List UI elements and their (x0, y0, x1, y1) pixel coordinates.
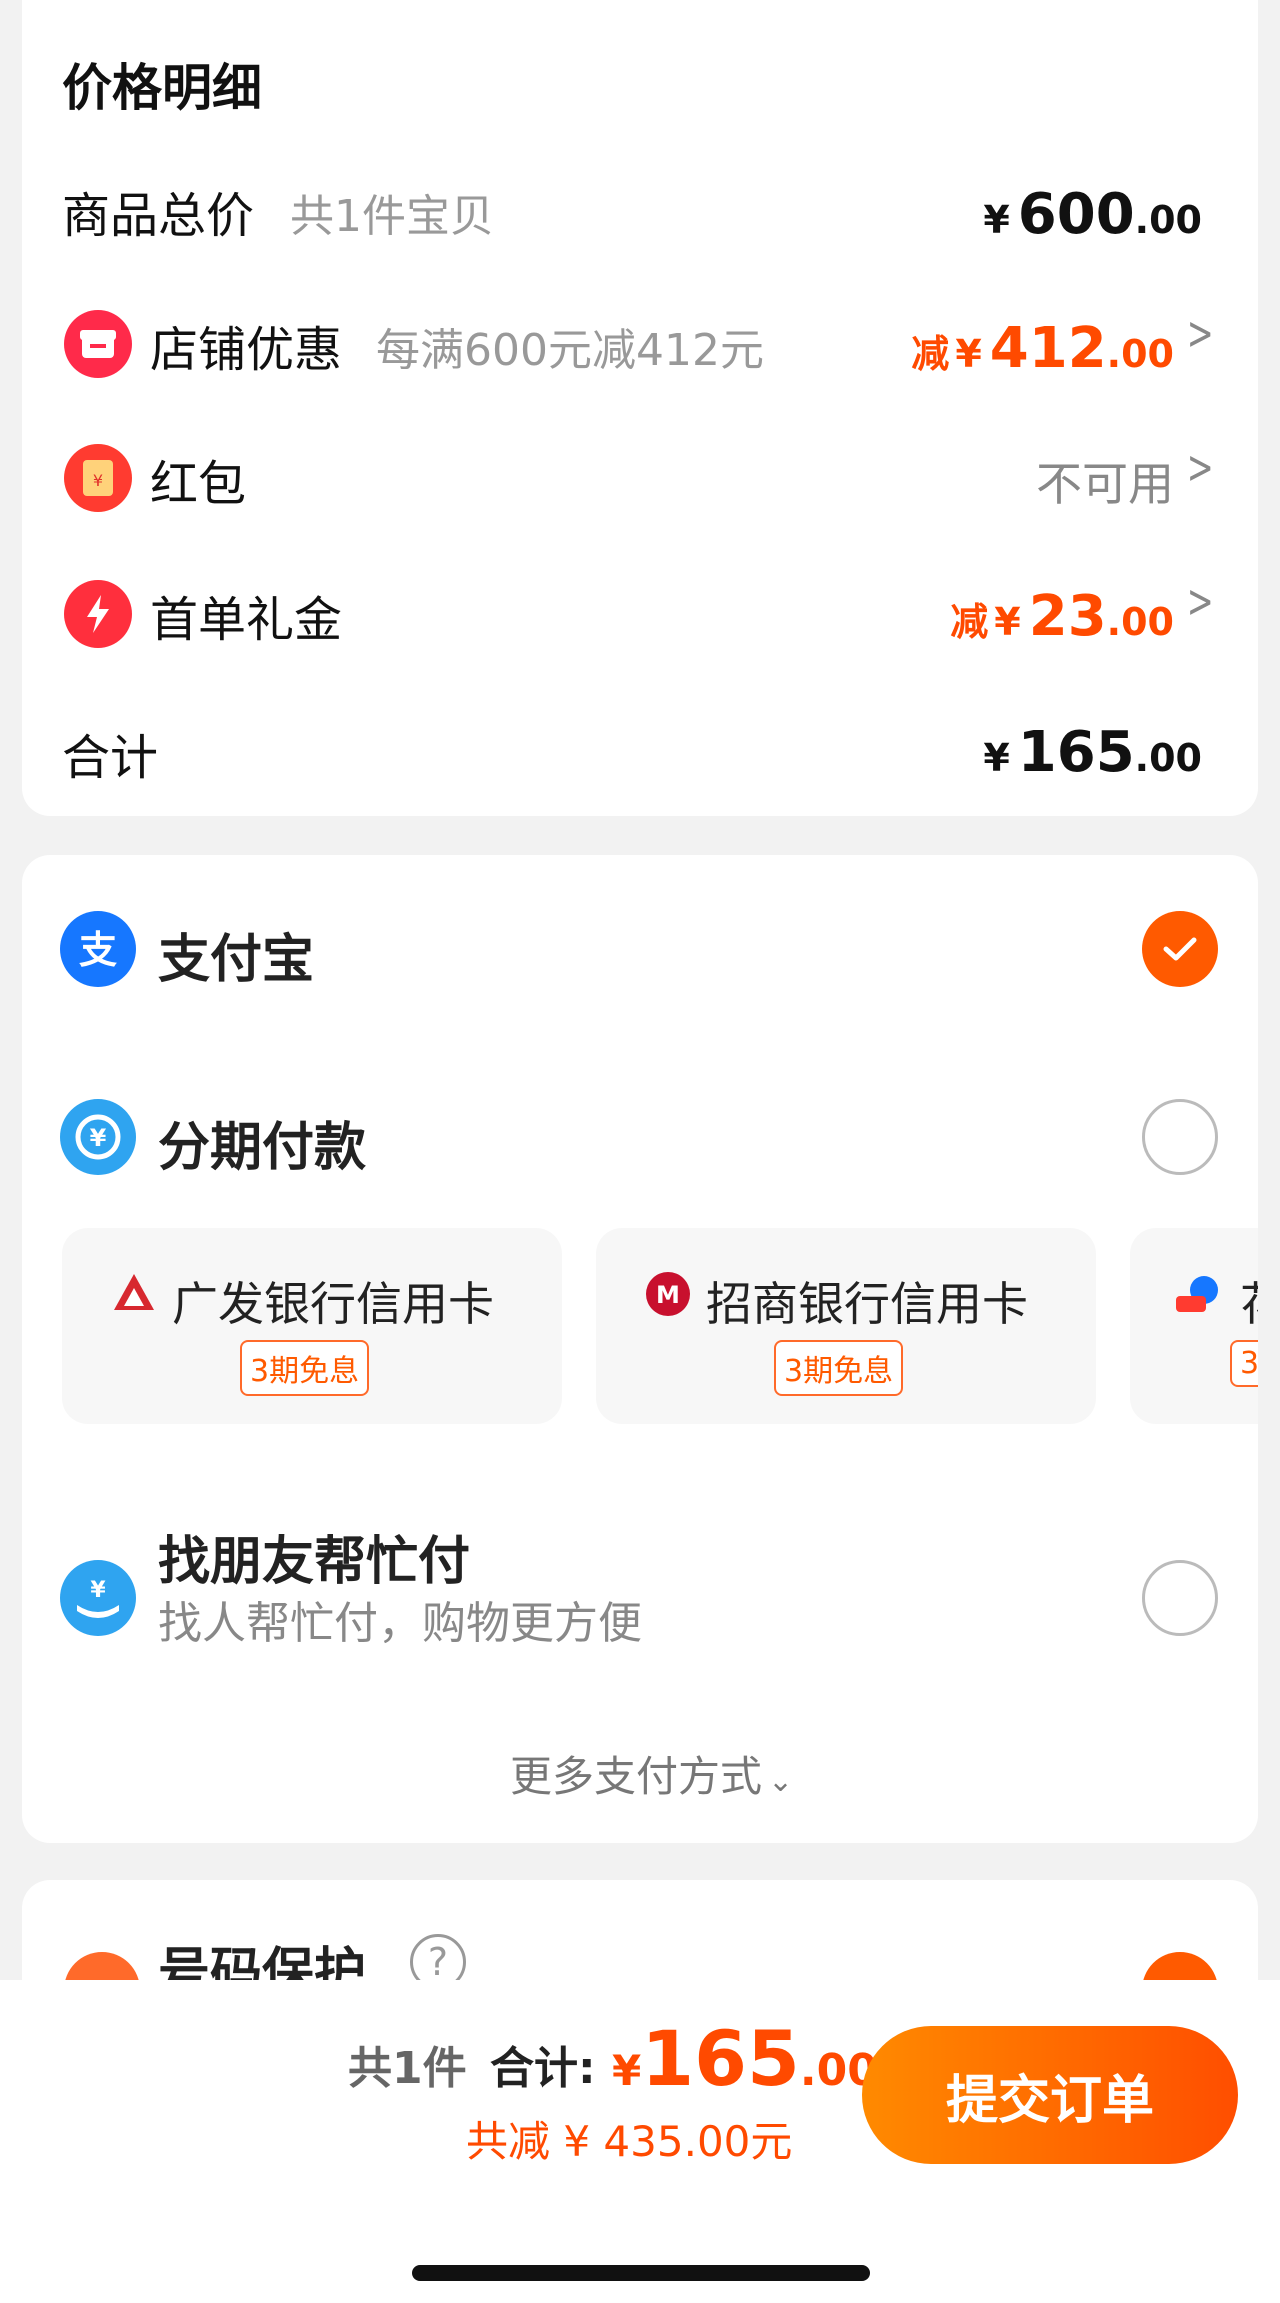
bank-name: 招商银行信用卡 (706, 1277, 1028, 1331)
alipay-radio[interactable] (1142, 911, 1218, 987)
first-gift-amount: 减 ¥23.00 (950, 584, 1174, 649)
price-detail-title: 价格明细 (62, 59, 262, 117)
installment-icon: ¥ (60, 1099, 136, 1175)
shop-icon (64, 310, 132, 378)
submit-order-button[interactable]: 提交订单 (862, 2026, 1238, 2164)
alipay-logo-icon: 支 (60, 911, 136, 987)
friend-pay-name: 找朋友帮忙付 (158, 1532, 471, 1592)
bank-card-zhaoshang[interactable]: M 招商银行信用卡 3期免息 (596, 1228, 1096, 1424)
item-count: 共1件 (348, 2043, 467, 2094)
zhaoshang-logo-icon: M (646, 1272, 690, 1316)
svg-text:¥: ¥ (93, 471, 103, 490)
chevron-down-icon: ⌄ (768, 1764, 794, 1799)
red-packet-row[interactable]: ¥ (64, 444, 132, 512)
goods-count: 共1件宝贝 (290, 191, 494, 242)
huabei-logo-icon (1176, 1276, 1218, 1312)
lightning-icon (64, 580, 132, 648)
check-icon (1163, 937, 1197, 961)
bank-card-huabei[interactable]: 花 3 (1130, 1228, 1258, 1424)
red-packet-icon: ¥ (64, 444, 132, 512)
total-label: 合计: (490, 2043, 596, 2094)
more-payment-methods[interactable]: 更多支付方式 ⌄ (510, 1743, 793, 1804)
goods-total-amount: ¥600.00 (983, 182, 1202, 247)
installment-radio[interactable] (1142, 1099, 1218, 1175)
svg-text:¥: ¥ (90, 1578, 106, 1603)
friend-pay-radio[interactable] (1142, 1560, 1218, 1636)
home-indicator[interactable] (412, 2265, 870, 2281)
shop-discount-rule: 每满600元减412元 (376, 325, 764, 376)
bank-badge: 3期免息 (240, 1340, 370, 1396)
payment-card: 支 支付宝 ¥ 分期付款 广发银行信用卡 3期免息 M 招商银行信用卡 3期免息… (22, 855, 1258, 1843)
friend-pay-icon: ¥ (60, 1560, 136, 1636)
total-saved: 共减 ¥ 435.00元 (466, 2117, 793, 2166)
first-gift-label: 首单礼金 (150, 592, 343, 648)
shop-discount-label: 店铺优惠 (150, 322, 343, 378)
bank-name: 花 (1240, 1268, 1258, 1334)
svg-text:M: M (656, 1281, 680, 1309)
bank-badge: 3 (1230, 1340, 1258, 1387)
red-packet-chevron-icon[interactable]: > (1187, 440, 1214, 494)
shop-discount-amount: 减 ¥412.00 (911, 316, 1174, 381)
red-packet-status: 不可用 (1036, 457, 1174, 511)
installment-name: 分期付款 (158, 1118, 367, 1178)
price-detail-card: 价格明细 商品总价 共1件宝贝 ¥600.00 店铺优惠 每满600元减412元… (22, 0, 1258, 816)
sum-label: 合计 (62, 730, 159, 786)
alipay-name: 支付宝 (158, 930, 315, 990)
bottom-total-amount: ¥165.00 (612, 2014, 878, 2103)
bank-card-guangfa[interactable]: 广发银行信用卡 3期免息 (62, 1228, 562, 1424)
red-packet-label: 红包 (150, 456, 247, 512)
bottom-checkout-bar: 共1件 合计: ¥165.00 共减 ¥ 435.00元 提交订单 (0, 1980, 1280, 2303)
sum-amount: ¥165.00 (983, 720, 1202, 785)
svg-text:支: 支 (79, 928, 117, 971)
bank-badge: 3期免息 (774, 1340, 904, 1396)
goods-total-label: 商品总价 (62, 188, 255, 244)
guangfa-logo-icon (114, 1274, 154, 1310)
shop-discount-chevron-icon[interactable]: > (1187, 306, 1214, 360)
svg-text:¥: ¥ (90, 1124, 107, 1152)
first-gift-row[interactable] (64, 580, 132, 648)
bank-name: 广发银行信用卡 (172, 1277, 494, 1331)
first-gift-chevron-icon[interactable]: > (1187, 574, 1214, 628)
shop-discount-row[interactable] (64, 310, 132, 378)
friend-pay-desc: 找人帮忙付，购物更方便 (158, 1598, 642, 1649)
